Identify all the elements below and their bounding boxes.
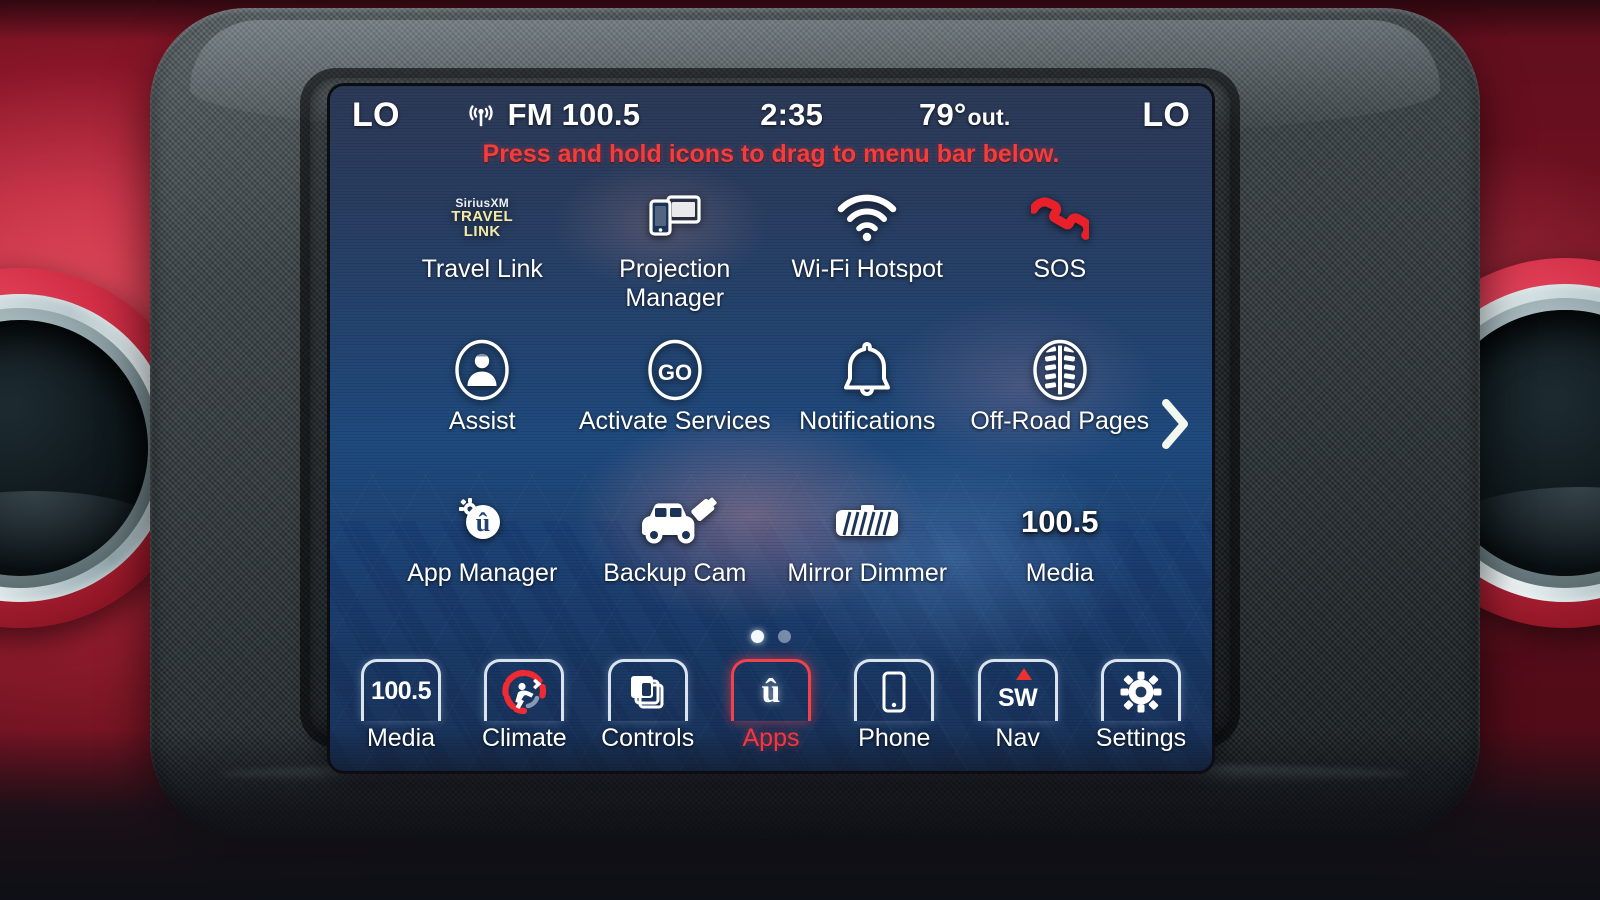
phone-tablet-projection-icon (646, 187, 704, 249)
menu-label: Apps (742, 724, 800, 752)
media-frequency-text: 100.5 (1021, 491, 1099, 553)
app-label: Mirror Dimmer (787, 559, 948, 587)
gear-icon (1100, 659, 1181, 721)
outside-temperature: 79° out. (919, 97, 1010, 133)
app-activate-services[interactable]: GO Activate Services (579, 339, 772, 477)
app-label: SOS (1033, 255, 1087, 283)
app-sos[interactable]: SOS (964, 187, 1157, 325)
red-phone-handset-icon (1030, 187, 1089, 249)
radio-source-group[interactable]: FM 100.5 (466, 97, 641, 133)
nav-north-triangle-icon (1015, 668, 1032, 680)
travel-link-logo-line1: SiriusXM (455, 195, 510, 210)
uconnect-glyph: û (761, 672, 781, 710)
vehicle-dashboard: LO FM 100.5 2:35 79° out. LO Press and h… (0, 0, 1600, 900)
radio-frequency-label: FM 100.5 (507, 97, 641, 132)
svg-text:GO: GO (658, 360, 692, 385)
tire-tread-circle-icon (1031, 339, 1089, 401)
travel-link-logo-line2: TRAVEL (451, 207, 514, 225)
menu-item-settings[interactable]: Settings (1082, 659, 1200, 753)
app-app-manager[interactable]: û App Manager (386, 491, 579, 629)
app-label-line2: Manager (625, 284, 725, 312)
menu-label: Phone (858, 724, 931, 752)
climate-fan-icon (484, 659, 565, 721)
app-travel-link[interactable]: SiriusXM TRAVEL LINK Travel Link (386, 187, 579, 325)
app-label: Travel Link (421, 255, 543, 283)
nav-direction-label: SW (998, 684, 1038, 712)
app-label: Backup Cam (603, 559, 747, 587)
siriusxm-travel-link-icon: SiriusXM TRAVEL LINK (451, 187, 513, 249)
app-grid: SiriusXM TRAVEL LINK Travel Link Project… (386, 187, 1156, 629)
app-label: Off-Road Pages (970, 407, 1150, 435)
app-projection-manager[interactable]: Projection Manager (579, 187, 772, 325)
menu-item-nav[interactable]: SW Nav (959, 659, 1077, 753)
menu-item-climate[interactable]: Climate (465, 659, 583, 753)
menu-item-phone[interactable]: Phone (835, 659, 953, 753)
uconnect-gear-icon: û (453, 491, 511, 553)
radio-broadcast-icon (466, 100, 496, 130)
page-indicator-dots[interactable] (330, 630, 1212, 643)
nav-sw-icon: SW (977, 659, 1058, 721)
menu-label: Climate (481, 724, 567, 752)
app-label: Activate Services (578, 407, 771, 435)
wifi-icon (836, 187, 898, 249)
drag-hint-text: Press and hold icons to drag to menu bar… (482, 140, 1060, 168)
app-label-line1: Projection (619, 255, 731, 283)
menu-label: Nav (995, 724, 1040, 752)
menu-label: Controls (601, 724, 695, 752)
page-dot-2[interactable] (778, 630, 791, 643)
outside-temp-value: 79° (919, 97, 967, 132)
uconnect-logo-icon: û (730, 659, 811, 721)
stacked-panels-icon (607, 659, 688, 721)
travel-link-logo-line3: LINK (463, 223, 501, 241)
clock-label[interactable]: 2:35 (760, 97, 823, 133)
app-wifi-hotspot[interactable]: Wi-Fi Hotspot (771, 187, 964, 325)
climate-temp-right[interactable]: LO (1142, 96, 1190, 135)
person-in-circle-icon (453, 339, 511, 401)
page-dot-1[interactable] (751, 630, 764, 643)
menu-item-controls[interactable]: Controls (589, 659, 707, 753)
chevron-right-icon[interactable] (1152, 392, 1198, 456)
jeep-rear-camera-icon (632, 491, 718, 553)
app-backup-cam[interactable]: Backup Cam (579, 491, 772, 629)
app-label: Wi-Fi Hotspot (791, 255, 943, 283)
app-mirror-dimmer[interactable]: Mirror Dimmer (771, 491, 964, 629)
bottom-menu-bar: 100.5 Media Climate Controls û Apps Phon… (330, 655, 1212, 771)
mirror-icon (831, 491, 903, 553)
menu-label: Settings (1095, 724, 1187, 752)
outside-temp-unit: out. (967, 104, 1011, 130)
smartphone-icon (854, 659, 935, 721)
app-off-road-pages[interactable]: Off-Road Pages (964, 339, 1157, 477)
svg-text:û: û (476, 508, 490, 537)
radio-frequency-tile: 100.5 (361, 659, 441, 721)
app-label: Projection Manager (619, 255, 730, 313)
app-notifications[interactable]: Notifications (771, 339, 964, 477)
status-bar: LO FM 100.5 2:35 79° out. LO (330, 86, 1212, 144)
menu-label: Media (366, 724, 436, 752)
app-label: Notifications (799, 407, 936, 435)
climate-temp-left[interactable]: LO (352, 96, 400, 135)
app-assist[interactable]: Assist (386, 339, 579, 477)
menu-item-media[interactable]: 100.5 Media (342, 659, 460, 753)
app-label: Media (1025, 559, 1094, 587)
bell-icon (840, 339, 894, 401)
app-media[interactable]: 100.5 Media (964, 491, 1157, 629)
go-circle-icon: GO (646, 339, 704, 401)
menu-item-apps[interactable]: û Apps (712, 659, 830, 753)
menu-media-frequency: 100.5 (370, 677, 432, 705)
app-label: Assist (448, 407, 516, 435)
app-label: App Manager (407, 559, 558, 587)
media-frequency-value: 100.5 (1020, 504, 1099, 539)
uconnect-touchscreen[interactable]: LO FM 100.5 2:35 79° out. LO Press and h… (330, 86, 1212, 771)
